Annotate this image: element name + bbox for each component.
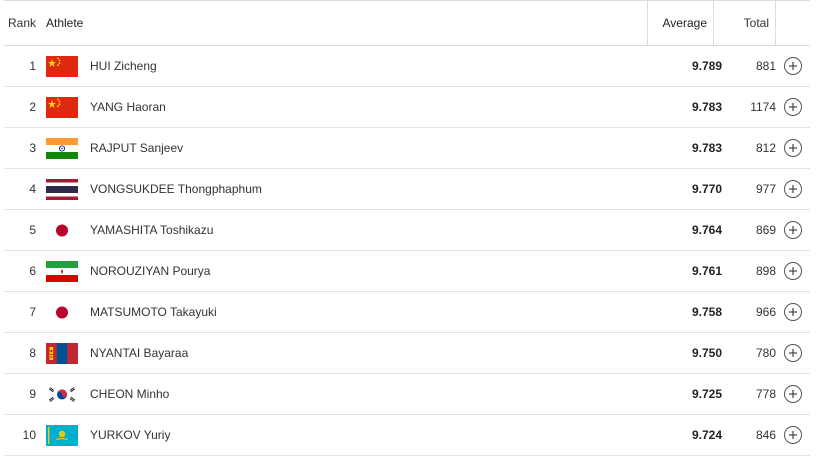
- table-body: 1 HUI Zicheng 9.789 881 2 YANG Haoran 9.…: [4, 46, 810, 456]
- expand-plus-icon[interactable]: [784, 180, 802, 198]
- table-row[interactable]: 7 MATSUMOTO Takayuki 9.758 966: [4, 292, 810, 333]
- table-row[interactable]: 8 NYANTAI Bayaraa 9.750 780: [4, 333, 810, 374]
- expand-plus-icon[interactable]: [784, 385, 802, 403]
- table-row[interactable]: 4 VONGSUKDEE Thongphaphum 9.770 977: [4, 169, 810, 210]
- table-row[interactable]: 3 RAJPUT Sanjeev 9.783 812: [4, 128, 810, 169]
- total-cell: 881: [755, 59, 776, 73]
- expand-plus-icon[interactable]: [784, 262, 802, 280]
- average-column-header[interactable]: Average: [647, 1, 713, 45]
- average-cell: 9.725: [691, 387, 722, 401]
- actions-column-header: [775, 1, 810, 45]
- china-flag-icon: [46, 96, 78, 118]
- average-cell: 9.750: [691, 346, 722, 360]
- rank-column-header[interactable]: Rank: [4, 16, 46, 30]
- total-cell: 977: [755, 182, 776, 196]
- japan-flag-icon: [46, 219, 78, 241]
- total-cell: 898: [755, 264, 776, 278]
- rank-cell: 1: [29, 59, 36, 73]
- japan-flag-icon: [46, 301, 78, 323]
- average-cell: 9.758: [691, 305, 722, 319]
- expand-plus-icon[interactable]: [784, 139, 802, 157]
- rank-cell: 3: [29, 141, 36, 155]
- average-cell: 9.761: [691, 264, 722, 278]
- athlete-name[interactable]: VONGSUKDEE Thongphaphum: [90, 182, 666, 196]
- total-column-header[interactable]: Total: [713, 1, 775, 45]
- average-cell: 9.783: [691, 141, 722, 155]
- rank-cell: 5: [29, 223, 36, 237]
- kazakhstan-flag-icon: [46, 424, 78, 446]
- rank-cell: 4: [29, 182, 36, 196]
- expand-plus-icon[interactable]: [784, 98, 802, 116]
- total-cell: 1174: [750, 100, 776, 114]
- table-row[interactable]: 9 CHEON Minho 9.725 778: [4, 374, 810, 415]
- rank-cell: 2: [29, 100, 36, 114]
- table-row[interactable]: 6 NOROUZIYAN Pourya 9.761 898: [4, 251, 810, 292]
- average-cell: 9.724: [691, 428, 722, 442]
- total-cell: 846: [755, 428, 776, 442]
- athlete-name[interactable]: YANG Haoran: [90, 100, 666, 114]
- total-cell: 966: [755, 305, 776, 319]
- athlete-name[interactable]: RAJPUT Sanjeev: [90, 141, 666, 155]
- china-flag-icon: [46, 55, 78, 77]
- athlete-name[interactable]: NYANTAI Bayaraa: [90, 346, 666, 360]
- rank-cell: 6: [29, 264, 36, 278]
- expand-plus-icon[interactable]: [784, 426, 802, 444]
- thailand-flag-icon: [46, 178, 78, 200]
- table-row[interactable]: 5 YAMASHITA Toshikazu 9.764 869: [4, 210, 810, 251]
- table-header: Rank Athlete Average Total: [4, 0, 810, 46]
- expand-plus-icon[interactable]: [784, 57, 802, 75]
- rank-cell: 9: [29, 387, 36, 401]
- korea-flag-icon: [46, 383, 78, 405]
- rank-cell: 10: [22, 428, 36, 442]
- total-cell: 780: [755, 346, 776, 360]
- table-row[interactable]: 2 YANG Haoran 9.783 1174: [4, 87, 810, 128]
- table-row[interactable]: 1 HUI Zicheng 9.789 881: [4, 46, 810, 87]
- expand-plus-icon[interactable]: [784, 344, 802, 362]
- rank-cell: 7: [29, 305, 36, 319]
- athlete-name[interactable]: YURKOV Yuriy: [90, 428, 666, 442]
- expand-plus-icon[interactable]: [784, 303, 802, 321]
- expand-plus-icon[interactable]: [784, 221, 802, 239]
- average-cell: 9.770: [691, 182, 722, 196]
- average-cell: 9.789: [691, 59, 722, 73]
- total-cell: 869: [755, 223, 776, 237]
- iran-flag-icon: [46, 260, 78, 282]
- athlete-name[interactable]: HUI Zicheng: [90, 59, 666, 73]
- rank-cell: 8: [29, 346, 36, 360]
- average-cell: 9.783: [691, 100, 722, 114]
- total-cell: 812: [755, 141, 776, 155]
- athlete-name[interactable]: YAMASHITA Toshikazu: [90, 223, 666, 237]
- athlete-name[interactable]: NOROUZIYAN Pourya: [90, 264, 666, 278]
- athlete-name[interactable]: CHEON Minho: [90, 387, 666, 401]
- average-cell: 9.764: [691, 223, 722, 237]
- results-table: Rank Athlete Average Total 1 HUI Zicheng…: [4, 0, 810, 456]
- athlete-name[interactable]: MATSUMOTO Takayuki: [90, 305, 666, 319]
- mongolia-flag-icon: [46, 342, 78, 364]
- total-cell: 778: [755, 387, 776, 401]
- india-flag-icon: [46, 137, 78, 159]
- athlete-column-header[interactable]: Athlete: [46, 16, 647, 30]
